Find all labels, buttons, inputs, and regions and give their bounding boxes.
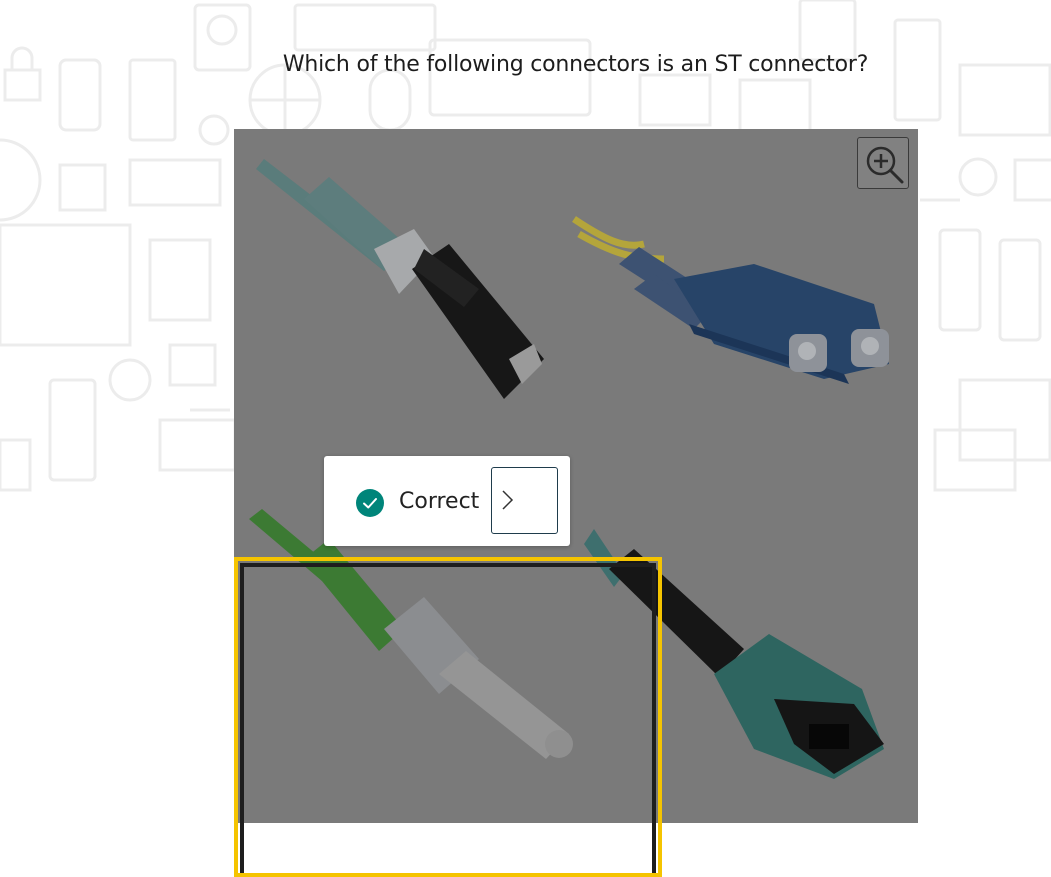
question-text: Which of the following connectors is an … <box>282 52 869 77</box>
option-mpo-connector[interactable] <box>584 529 884 779</box>
next-button[interactable] <box>491 467 558 534</box>
option-lc-connector[interactable] <box>256 159 544 399</box>
chevron-right-icon <box>502 490 514 510</box>
selected-tile-below <box>246 823 650 857</box>
feedback-label: Correct <box>399 489 480 514</box>
option-sc-connector[interactable] <box>572 216 889 384</box>
check-circle-icon <box>356 489 384 517</box>
option-st-connector[interactable] <box>249 509 573 759</box>
feedback-popup: Correct <box>324 456 570 546</box>
zoom-in-icon <box>866 146 904 184</box>
zoom-in-button[interactable] <box>857 137 909 189</box>
